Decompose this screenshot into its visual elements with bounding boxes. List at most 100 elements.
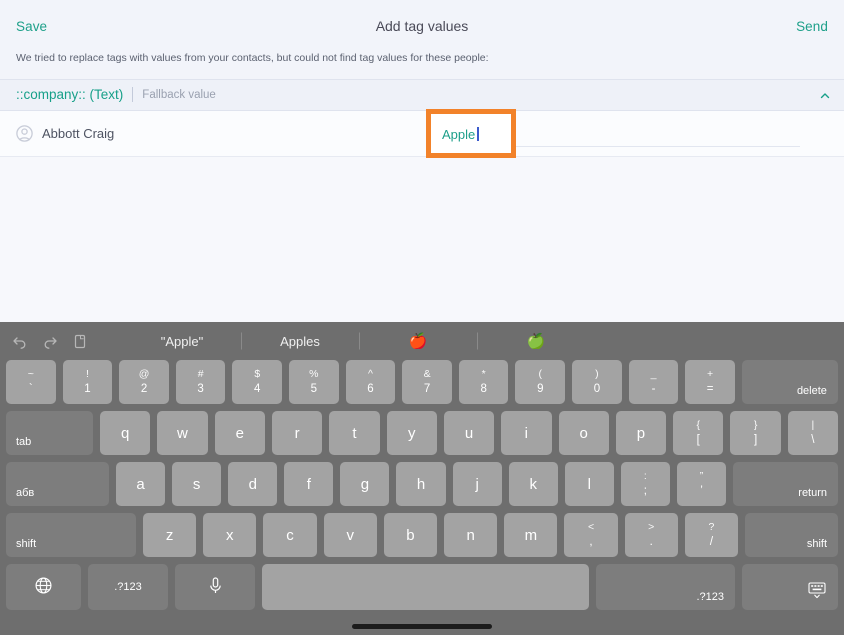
key-0[interactable]: ) 0 — [572, 360, 622, 404]
key-g[interactable]: g — [340, 462, 390, 506]
undo-icon[interactable] — [12, 333, 28, 349]
save-button[interactable]: Save — [16, 19, 47, 34]
key-6[interactable]: ^ 6 — [345, 360, 396, 404]
key-7[interactable]: & 7 — [402, 360, 452, 404]
key-label: h — [416, 475, 426, 493]
suggestion-item[interactable]: Apples — [241, 334, 359, 349]
key-shift-left[interactable]: shift — [6, 513, 136, 557]
key-shift-right[interactable]: shift — [745, 513, 839, 557]
key-w[interactable]: w — [157, 411, 208, 455]
key-k[interactable]: k — [508, 462, 558, 506]
key-sym[interactable]: :; — [620, 462, 670, 506]
key-p[interactable]: p — [615, 411, 667, 455]
key-label-bottom: \ — [811, 433, 815, 446]
key-n[interactable]: n — [444, 513, 498, 557]
key-u[interactable]: u — [443, 411, 495, 455]
key-i[interactable]: i — [501, 411, 552, 455]
key-r[interactable]: r — [271, 411, 323, 455]
key-label-bottom: = — [706, 382, 714, 395]
key-sym[interactable]: >. — [624, 513, 678, 557]
keyboard-row-bottom: .?123 .?123 — [6, 564, 838, 610]
suggestion-emoji-green-apple[interactable]: 🍏 — [477, 332, 595, 350]
chevron-up-icon[interactable] — [819, 89, 831, 101]
key-a[interactable]: a — [116, 462, 166, 506]
key-o[interactable]: o — [558, 411, 609, 455]
key-sym[interactable]: ”’ — [676, 462, 727, 506]
key-sym[interactable]: _ - — [628, 360, 679, 404]
key-label: n — [466, 526, 475, 544]
keyboard-row-home: абв a s d f g h j k l:;”’ return — [6, 462, 839, 506]
key-t[interactable]: t — [329, 411, 380, 455]
key-m[interactable]: m — [504, 513, 558, 557]
suggestion-emoji-red-apple[interactable]: 🍎 — [359, 332, 477, 350]
key-1[interactable]: ! 1 — [62, 360, 113, 404]
key-label-top: ) — [595, 368, 599, 380]
key-x[interactable]: x — [203, 513, 257, 557]
paste-icon[interactable] — [72, 333, 88, 349]
key-e[interactable]: e — [214, 411, 265, 455]
redo-icon[interactable] — [42, 333, 58, 349]
key-f[interactable]: f — [284, 462, 334, 506]
key-label: y — [407, 424, 416, 442]
key-b[interactable]: b — [383, 513, 438, 557]
key-label-top: % — [309, 368, 319, 380]
app-root: Save Send Add tag values We tried to rep… — [0, 0, 844, 635]
key-label-bottom: ] — [753, 433, 758, 446]
key-label: p — [636, 424, 646, 442]
key-l[interactable]: l — [564, 462, 614, 506]
key-globe[interactable] — [6, 564, 81, 610]
key-tab[interactable]: tab — [6, 411, 93, 455]
key-label-top: $ — [254, 368, 261, 380]
hide-keyboard-icon — [807, 580, 827, 603]
key-label-top: # — [197, 368, 204, 380]
key-3[interactable]: #3 — [175, 360, 226, 404]
key-numbers-right[interactable]: .?123 — [596, 564, 735, 610]
key-label: g — [360, 475, 370, 493]
contact-name: Abbott Craig — [42, 125, 115, 141]
key-sym[interactable]: ~ ` — [6, 360, 56, 404]
key-label: f — [306, 475, 311, 493]
key-label-bottom: . — [649, 535, 653, 548]
key-q[interactable]: q — [100, 411, 151, 455]
key-s[interactable]: s — [172, 462, 222, 506]
key-label-top: < — [587, 521, 595, 533]
key-h[interactable]: h — [396, 462, 446, 506]
key-sym[interactable]: + = — [685, 360, 735, 404]
key-return[interactable]: return — [733, 462, 839, 506]
send-button[interactable]: Send — [796, 19, 828, 34]
key-language-caps[interactable]: абв — [6, 462, 109, 506]
key-microphone[interactable] — [175, 564, 255, 610]
key-9[interactable]: (9 — [515, 360, 566, 404]
key-label: delete — [796, 385, 827, 397]
key-label: z — [165, 526, 174, 544]
key-sym[interactable]: <, — [564, 513, 618, 557]
key-sym[interactable]: | \ — [787, 411, 839, 455]
key-sym[interactable]: }] — [730, 411, 781, 455]
key-hide-keyboard[interactable] — [742, 564, 838, 610]
key-sym[interactable]: {[ — [673, 411, 724, 455]
key-sym[interactable]: ? / — [684, 513, 739, 557]
key-c[interactable]: c — [263, 513, 317, 557]
key-label: .?123 — [114, 581, 142, 593]
key-label-bottom: / — [709, 535, 714, 548]
key-5[interactable]: % 5 — [289, 360, 339, 404]
key-d[interactable]: d — [228, 462, 278, 506]
tag-section-header[interactable]: ::company:: (Text) Fallback value — [0, 78, 844, 111]
key-v[interactable]: v — [323, 513, 377, 557]
key-y[interactable]: y — [386, 411, 437, 455]
suggestion-item[interactable]: "Apple" — [123, 334, 241, 349]
key-space[interactable] — [262, 564, 589, 610]
key-numbers-left[interactable]: .?123 — [88, 564, 168, 610]
key-label: shift — [806, 538, 828, 550]
key-label: return — [798, 487, 828, 499]
key-j[interactable]: j — [452, 462, 502, 506]
key-label: q — [120, 424, 130, 442]
key-z[interactable]: z — [143, 513, 197, 557]
key-8[interactable]: * 8 — [458, 360, 509, 404]
key-delete[interactable]: delete — [741, 360, 838, 404]
navigation-bar: Save Send Add tag values — [0, 0, 844, 52]
key-2[interactable]: @2 — [119, 360, 169, 404]
key-label-top: + — [707, 368, 714, 380]
key-label-bottom: 6 — [367, 382, 374, 395]
key-4[interactable]: $4 — [232, 360, 283, 404]
